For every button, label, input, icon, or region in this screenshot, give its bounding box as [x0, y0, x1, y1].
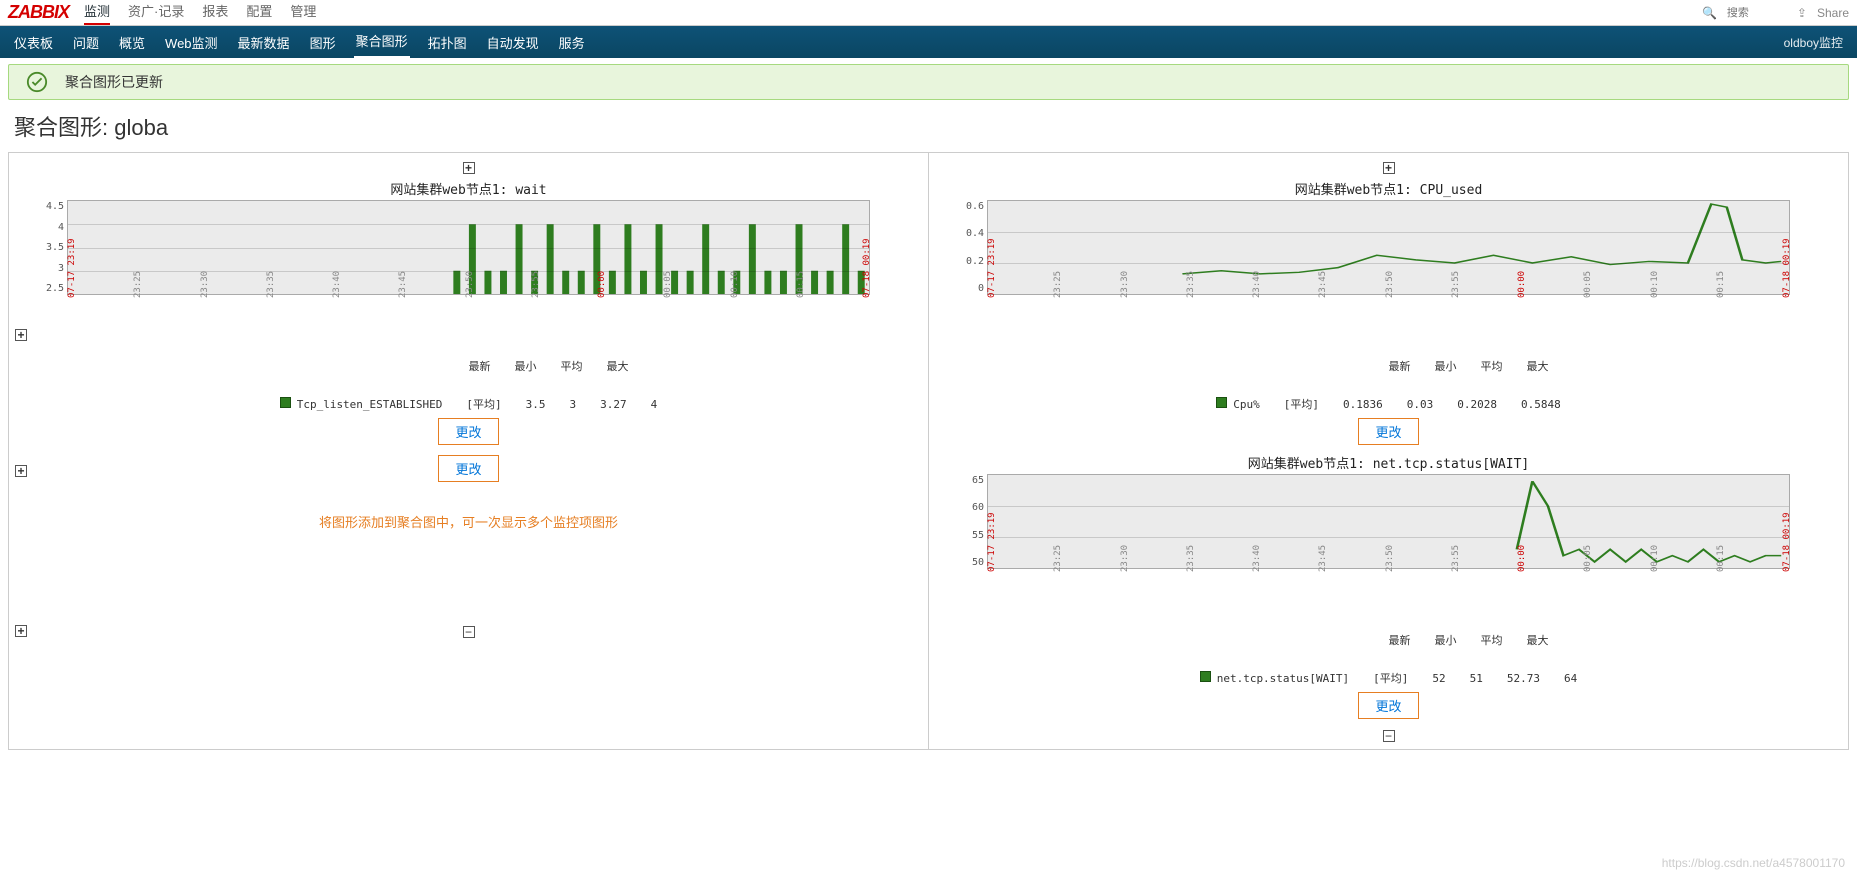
cell-cpu: 网站集群web节点1: CPU_used 0.60.40.20 07-17 23… — [937, 179, 1840, 445]
subnav-item-4[interactable]: 最新数据 — [236, 27, 292, 58]
subnav-item-7[interactable]: 拓扑图 — [426, 27, 469, 58]
topnav-item-0[interactable]: 监测 — [84, 1, 110, 25]
share-label[interactable]: Share — [1817, 6, 1849, 20]
cell-bottom-left: + − — [17, 625, 920, 639]
subnav-item-0[interactable]: 仪表板 — [12, 27, 55, 58]
subnav-item-1[interactable]: 问题 — [71, 27, 101, 58]
minus-right[interactable]: − — [1383, 730, 1395, 742]
success-message: 聚合图形已更新 — [8, 64, 1849, 100]
success-icon — [9, 71, 65, 93]
topnav-item-2[interactable]: 报表 — [202, 1, 228, 25]
subnav-item-3[interactable]: Web监测 — [163, 27, 220, 58]
col-left: + + 网站集群web节点1: wait 4.543.532.5 07-17 2… — [9, 153, 928, 749]
search-input[interactable] — [1727, 7, 1787, 19]
logo[interactable]: ZABBIX — [8, 2, 69, 23]
change-button-0[interactable]: 更改 — [438, 418, 498, 445]
subnav-item-9[interactable]: 服务 — [557, 27, 587, 58]
topnav-item-1[interactable]: 资广·记录 — [128, 1, 184, 25]
subnav-item-8[interactable]: 自动发现 — [485, 27, 541, 58]
subnav-item-5[interactable]: 图形 — [308, 27, 338, 58]
add-top-right[interactable]: + — [937, 159, 1840, 175]
subnav-item-2[interactable]: 概览 — [117, 27, 147, 58]
topbar: ZABBIX 监测 资广·记录 报表 配置 管理 🔍 ⇪ Share — [0, 0, 1857, 26]
cell-tcp: 网站集群web节点1: net.tcp.status[WAIT] 6560555… — [937, 453, 1840, 719]
col-right: + 网站集群web节点1: CPU_used 0.60.40.20 07-17 … — [928, 153, 1848, 749]
cell-wait: + 网站集群web节点1: wait 4.543.532.5 07-17 23:… — [17, 179, 920, 445]
page-title: 聚合图形: globa — [0, 100, 1857, 148]
chart-title-0: 网站集群web节点1: wait — [67, 179, 870, 198]
message-text: 聚合图形已更新 — [65, 72, 163, 92]
share-icon[interactable]: ⇪ — [1797, 6, 1807, 20]
add-left-2[interactable]: + — [15, 465, 27, 477]
watermark: https://blog.csdn.net/a4578001170 — [1662, 856, 1845, 870]
change-button-2[interactable]: 更改 — [1358, 692, 1418, 719]
search-icon[interactable]: 🔍 — [1702, 6, 1717, 20]
change-button-1[interactable]: 更改 — [1358, 418, 1418, 445]
chart-title-1: 网站集群web节点1: CPU_used — [987, 179, 1790, 198]
minus-left[interactable]: − — [463, 626, 475, 638]
subnav: 仪表板 问题 概览 Web监测 最新数据 图形 聚合图形 拓扑图 自动发现 服务… — [0, 26, 1857, 58]
topnav-item-3[interactable]: 配置 — [246, 1, 272, 25]
topnav: 监测 资广·记录 报表 配置 管理 — [84, 1, 316, 25]
add-left-3[interactable]: + — [15, 625, 27, 637]
add-note: 将图形添加到聚合图中，可一次显示多个监控项图形 — [17, 512, 920, 531]
topnav-item-4[interactable]: 管理 — [290, 1, 316, 25]
change-button-empty[interactable]: 更改 — [438, 455, 498, 482]
chart-title-2: 网站集群web节点1: net.tcp.status[WAIT] — [987, 453, 1790, 472]
subnav-right[interactable]: oldboy监控 — [1782, 28, 1845, 57]
cell-empty: + 更改 将图形添加到聚合图中，可一次显示多个监控项图形 — [17, 455, 920, 615]
dashboard: + + 网站集群web节点1: wait 4.543.532.5 07-17 2… — [8, 152, 1849, 750]
add-left-1[interactable]: + — [15, 329, 27, 341]
topbar-right: 🔍 ⇪ Share — [1702, 6, 1849, 20]
add-top-left[interactable]: + — [17, 159, 920, 175]
subnav-item-6[interactable]: 聚合图形 — [354, 25, 410, 59]
